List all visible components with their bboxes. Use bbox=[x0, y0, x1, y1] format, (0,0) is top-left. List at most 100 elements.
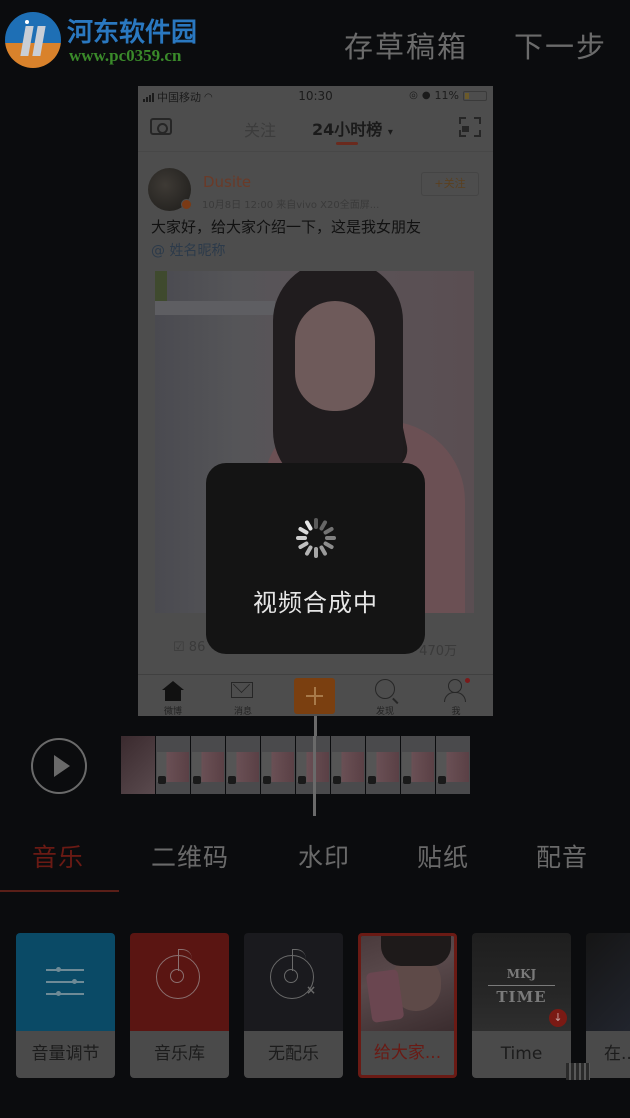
cover-thumbnail bbox=[361, 936, 454, 1031]
next-step-button[interactable]: 下一步 bbox=[514, 24, 607, 66]
filmstrip-frame bbox=[226, 736, 260, 794]
filmstrip-frame bbox=[156, 736, 190, 794]
playhead-stem bbox=[314, 716, 317, 736]
search-icon bbox=[375, 679, 395, 699]
card-label: 给大家... bbox=[361, 1031, 454, 1075]
cover-thumbnail bbox=[586, 933, 630, 1031]
filmstrip-frame bbox=[121, 736, 155, 794]
phone-tab-label: 我 bbox=[451, 707, 461, 716]
filmstrip-frame bbox=[366, 736, 400, 794]
music-note-icon bbox=[292, 949, 306, 971]
phone-tab-label: 发现 bbox=[375, 707, 394, 716]
tab-24h-hot-label: 24小时榜 bbox=[312, 120, 383, 139]
loading-dialog: 视频合成中 bbox=[206, 463, 425, 654]
spinner-tick bbox=[322, 526, 335, 536]
card-thumbnail bbox=[130, 933, 229, 1031]
watermark-title: 河东软件园 bbox=[67, 18, 198, 48]
post-mention: @ 姓名昵称 bbox=[151, 243, 226, 259]
spinner-tick bbox=[314, 518, 318, 529]
music-card-time[interactable]: MKJ TIME ↓ Time bbox=[472, 933, 571, 1078]
watermark-logo: 河东软件园 www.pc0359.cn bbox=[5, 10, 215, 70]
loading-text: 视频合成中 bbox=[253, 589, 378, 617]
post-author: Dusite bbox=[203, 173, 252, 191]
close-icon: × bbox=[306, 983, 317, 997]
lock-rotation-icon: ◎ bbox=[409, 90, 418, 101]
sliders-icon bbox=[46, 965, 84, 999]
spinner-tick bbox=[296, 536, 307, 540]
post-text: 大家好，给大家介绍一下，这是我女朋友 bbox=[151, 218, 422, 236]
phone-tab-me: 我 bbox=[431, 675, 481, 716]
music-card-partial[interactable]: 在... bbox=[586, 933, 630, 1078]
render-artifact bbox=[571, 1045, 580, 1065]
phone-tab-label: 消息 bbox=[233, 707, 252, 716]
card-label: 无配乐 bbox=[244, 1031, 343, 1078]
user-icon bbox=[448, 679, 462, 693]
tab-music[interactable]: 音乐 bbox=[32, 838, 84, 874]
tab-watermark[interactable]: 水印 bbox=[298, 838, 350, 874]
notification-dot bbox=[465, 678, 470, 683]
tab-qrcode[interactable]: 二维码 bbox=[151, 838, 229, 874]
spinner-tick bbox=[325, 536, 336, 540]
phone-tab-discover: 发现 bbox=[360, 675, 410, 716]
battery-percent: 11% bbox=[434, 89, 459, 102]
music-card-selected[interactable]: 给大家... bbox=[358, 933, 457, 1078]
card-label: Time bbox=[472, 1031, 571, 1078]
tab-24h-hot: 24小时榜 ▾ bbox=[312, 116, 393, 140]
download-icon[interactable]: ↓ bbox=[549, 1009, 567, 1027]
phone-status-bar: 中国移动 ◠ 10:30 ◎ ● 11% bbox=[138, 86, 493, 106]
phone-tab-label: 微博 bbox=[163, 707, 182, 716]
spinner-icon bbox=[296, 518, 336, 558]
cover-thumbnail: MKJ TIME ↓ bbox=[472, 933, 571, 1031]
card-label: 在... bbox=[586, 1031, 630, 1078]
watermark-logo-icon bbox=[5, 12, 61, 68]
music-note-icon bbox=[178, 949, 192, 971]
tab-follow: 关注 bbox=[244, 121, 277, 140]
video-filmstrip[interactable] bbox=[121, 736, 470, 794]
category-tabs: 音乐 二维码 水印 贴纸 配音 bbox=[0, 830, 630, 890]
share-stat: ☑ 86 bbox=[173, 640, 205, 655]
phone-tab-bar: 微博 消息 发现 我 bbox=[138, 674, 493, 716]
filmstrip-frame bbox=[261, 736, 295, 794]
play-button[interactable] bbox=[31, 738, 87, 794]
verified-badge-icon bbox=[181, 199, 192, 210]
camera-icon bbox=[150, 118, 172, 135]
playhead[interactable] bbox=[313, 736, 316, 816]
plus-icon bbox=[294, 678, 335, 714]
active-tab-underline bbox=[0, 890, 119, 892]
music-card-no-music[interactable]: × 无配乐 bbox=[244, 933, 343, 1078]
tab-sticker[interactable]: 贴纸 bbox=[417, 838, 469, 874]
battery-icon bbox=[463, 90, 487, 101]
card-label: 音量调节 bbox=[16, 1031, 115, 1078]
save-draft-button[interactable]: 存草稿箱 bbox=[344, 24, 468, 66]
card-thumbnail bbox=[16, 933, 115, 1031]
like-count: 470万 bbox=[419, 644, 457, 659]
scan-icon bbox=[459, 117, 481, 137]
home-icon bbox=[162, 681, 184, 701]
phone-tab-home: 微博 bbox=[148, 675, 198, 716]
cover-text-artist: MKJ bbox=[506, 967, 537, 981]
spinner-tick bbox=[314, 547, 318, 558]
filmstrip-frame bbox=[191, 736, 225, 794]
tab-underline bbox=[336, 142, 358, 145]
phone-tab-messages: 消息 bbox=[218, 675, 268, 716]
filmstrip-frame bbox=[436, 736, 470, 794]
like-stat: 470万 bbox=[419, 640, 457, 659]
cover-text-title: TIME bbox=[496, 988, 547, 1006]
caret-down-icon: ▾ bbox=[387, 127, 393, 138]
card-label: 音乐库 bbox=[130, 1031, 229, 1078]
share-count: 86 bbox=[188, 640, 206, 655]
spinner-tick bbox=[304, 544, 314, 557]
follow-button: +关注 bbox=[421, 172, 479, 196]
music-card-volume[interactable]: 音量调节 bbox=[16, 933, 115, 1078]
share-icon: ☑ bbox=[173, 640, 185, 655]
alarm-icon: ● bbox=[421, 90, 431, 101]
post-meta: 10月8日 12:00 来自vivo X20全面屏... bbox=[202, 200, 380, 211]
tab-dubbing[interactable]: 配音 bbox=[536, 838, 588, 874]
filmstrip-frame bbox=[401, 736, 435, 794]
mail-icon bbox=[231, 682, 253, 698]
card-thumbnail: × bbox=[244, 933, 343, 1031]
phone-nav-bar: 关注 24小时榜 ▾ bbox=[138, 108, 493, 152]
music-card-library[interactable]: 音乐库 bbox=[130, 933, 229, 1078]
filmstrip-frame bbox=[331, 736, 365, 794]
watermark-url: www.pc0359.cn bbox=[69, 46, 182, 65]
